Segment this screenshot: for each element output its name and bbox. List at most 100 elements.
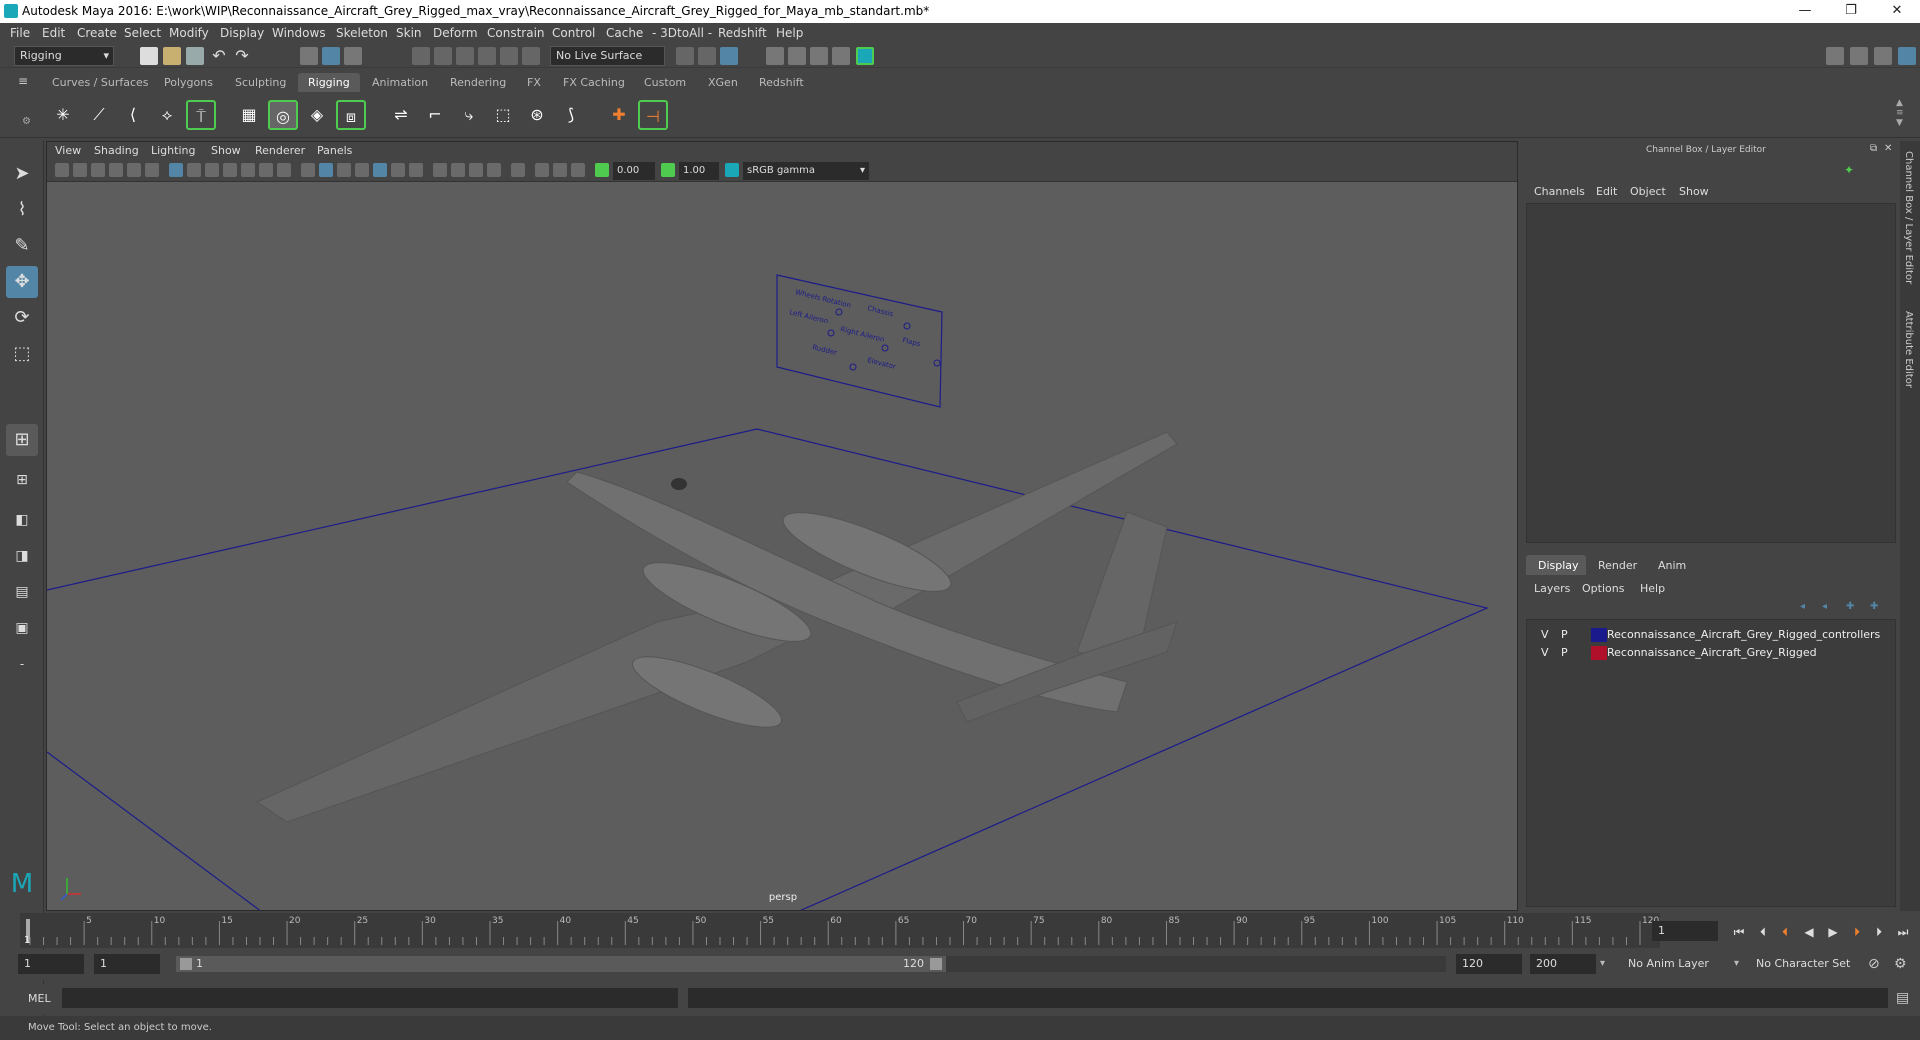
cb-menu-channels[interactable]: Channels xyxy=(1534,185,1585,198)
tab-rigging[interactable]: Rigging xyxy=(298,73,360,92)
tab-sculpting[interactable]: Sculpting xyxy=(225,73,296,92)
cb-menu-show[interactable]: Show xyxy=(1679,185,1709,198)
side-tab-attribute-editor[interactable]: Attribute Editor xyxy=(1903,311,1914,388)
end-time-field[interactable]: 200 xyxy=(1530,954,1596,974)
ctrl-handle[interactable] xyxy=(903,322,911,330)
layer-playback-toggle[interactable]: P xyxy=(1561,626,1568,644)
aircraft-model[interactable] xyxy=(255,431,1178,823)
hypershade-layout-icon[interactable]: ▣ xyxy=(6,612,38,644)
bookmark-icon[interactable] xyxy=(91,163,105,177)
command-input[interactable] xyxy=(62,988,678,1008)
ctrl-handle[interactable] xyxy=(849,363,857,371)
menu-edit[interactable]: Edit xyxy=(42,26,65,40)
layer-playback-toggle[interactable]: P xyxy=(1561,644,1568,662)
range-end-handle[interactable] xyxy=(930,958,942,970)
time-slider[interactable]: 1 5 10 15 20 25 30 35 40 45 50 55 60 65 70 75 80 85 90 95 10… xyxy=(0,913,1920,948)
construction-history-icon[interactable] xyxy=(720,47,738,65)
menu-redshift[interactable]: Redshift xyxy=(718,26,767,40)
live-surface-field[interactable]: No Live Surface xyxy=(550,46,665,66)
tab-fx-caching[interactable]: FX Caching xyxy=(553,73,635,92)
restore-button[interactable]: ❐ xyxy=(1828,0,1874,23)
camera-select-icon[interactable] xyxy=(55,163,69,177)
layer-tab-anim[interactable]: Anim xyxy=(1658,559,1686,572)
toggle-outliner-icon[interactable] xyxy=(1874,47,1892,65)
xray-active-icon[interactable] xyxy=(553,163,567,177)
gamma-field[interactable]: 1.00 xyxy=(679,162,719,180)
more-layouts-icon[interactable]: - xyxy=(6,648,38,680)
backface-cull-icon[interactable] xyxy=(571,163,585,177)
animation-preferences-icon[interactable]: ⚙ xyxy=(1894,956,1907,972)
snap-view-icon[interactable] xyxy=(478,47,496,65)
orient-constraint-icon[interactable]: ⬚ xyxy=(488,100,518,130)
ipr-render-icon[interactable] xyxy=(810,47,828,65)
controls-board[interactable]: Wheels Rotation Chassis Left Aileron Rig… xyxy=(776,274,943,408)
resolution-gate-icon[interactable] xyxy=(205,163,219,177)
graph-layout-icon[interactable]: ▤ xyxy=(6,576,38,608)
character-set-dropdown[interactable]: No Character Set xyxy=(1750,954,1864,974)
layer-visibility-toggle[interactable]: V xyxy=(1541,644,1549,662)
current-frame-field[interactable]: 1 xyxy=(1652,921,1718,941)
shelf-menu-icon[interactable]: ≡ xyxy=(18,74,32,88)
new-layer-icon[interactable]: ✚ xyxy=(1846,601,1854,612)
tab-fx[interactable]: FX xyxy=(517,73,551,92)
select-tool-icon[interactable]: ➤ xyxy=(6,158,38,190)
snap-magnet-icon[interactable] xyxy=(522,47,540,65)
new-layer-selected-icon[interactable]: ✚ xyxy=(1870,601,1878,612)
insert-joint-icon[interactable]: ⟡ xyxy=(152,100,182,130)
tab-redshift[interactable]: Redshift xyxy=(749,73,814,92)
layer-tab-render[interactable]: Render xyxy=(1598,559,1637,572)
single-view-layout-icon[interactable]: ⊞ xyxy=(6,424,38,456)
select-component-icon[interactable] xyxy=(344,47,362,65)
shelf-scroll-icon[interactable]: ▲ ≡ ▼ xyxy=(1896,98,1904,128)
locator-icon[interactable]: ✚ xyxy=(604,100,634,130)
menu-cache[interactable]: Cache xyxy=(606,26,643,40)
tab-animation[interactable]: Animation xyxy=(362,73,438,92)
toggle-channelbox-icon[interactable] xyxy=(1898,47,1916,65)
menu-display[interactable]: Display xyxy=(220,26,264,40)
menu-control[interactable]: Control xyxy=(552,26,595,40)
wireframe-icon[interactable] xyxy=(301,163,315,177)
vp-menu-show[interactable]: Show xyxy=(211,144,241,157)
move-layer-down-icon[interactable]: ◂ xyxy=(1822,601,1827,612)
depth-of-field-icon[interactable] xyxy=(487,163,501,177)
cb-menu-edit[interactable]: Edit xyxy=(1596,185,1617,198)
safe-action-icon[interactable] xyxy=(259,163,273,177)
manipulator-icon[interactable]: ✦ xyxy=(1844,163,1854,177)
vp-menu-lighting[interactable]: Lighting xyxy=(151,144,195,157)
render-settings-icon[interactable] xyxy=(832,47,850,65)
grid-toggle-icon[interactable] xyxy=(169,163,183,177)
channel-box-area[interactable] xyxy=(1526,203,1896,543)
step-forward-key-icon[interactable]: ⏵ xyxy=(1850,926,1864,938)
output-ops-icon[interactable] xyxy=(698,47,716,65)
play-forwards-icon[interactable]: ▶ xyxy=(1826,926,1840,938)
minimize-button[interactable]: — xyxy=(1782,0,1828,23)
parent-constraint-icon[interactable]: ⌐ xyxy=(420,100,450,130)
nonlinear-icon[interactable]: ⧈ xyxy=(336,100,366,130)
lattice-icon[interactable]: ▦ xyxy=(234,100,264,130)
move-layer-up-icon[interactable]: ◂ xyxy=(1800,601,1805,612)
undo-icon[interactable]: ↶ xyxy=(210,47,228,65)
cb-menu-object[interactable]: Object xyxy=(1630,185,1666,198)
isolate-select-icon[interactable] xyxy=(511,163,525,177)
menu-skeleton[interactable]: Skeleton xyxy=(336,26,388,40)
rotate-tool-icon[interactable]: ⟳ xyxy=(6,302,38,334)
redo-icon[interactable]: ↷ xyxy=(233,47,251,65)
ctrl-handle[interactable] xyxy=(835,308,843,316)
render-view-icon[interactable] xyxy=(766,47,784,65)
pole-vector-icon[interactable]: ⊣ xyxy=(638,100,668,130)
select-object-icon[interactable] xyxy=(322,47,340,65)
point-constraint-icon[interactable]: ⤷ xyxy=(454,100,484,130)
tab-xgen[interactable]: XGen xyxy=(698,73,748,92)
xray-icon[interactable] xyxy=(355,163,369,177)
menu-3dtoall[interactable]: - 3DtoAll - xyxy=(652,26,712,40)
joint-tool-icon[interactable]: ✳ xyxy=(48,100,78,130)
move-tool-icon[interactable]: ✥ xyxy=(6,266,38,298)
camera-attributes-icon[interactable] xyxy=(73,163,87,177)
menu-create[interactable]: Create xyxy=(77,26,117,40)
menu-file[interactable]: File xyxy=(10,26,30,40)
cluster-icon[interactable]: ◎ xyxy=(268,100,298,130)
script-editor-icon[interactable]: ▤ xyxy=(1896,990,1909,1006)
vp-menu-shading[interactable]: Shading xyxy=(94,144,139,157)
image-plane-icon[interactable] xyxy=(109,163,123,177)
side-layout-icon[interactable]: ◧ xyxy=(6,504,38,536)
